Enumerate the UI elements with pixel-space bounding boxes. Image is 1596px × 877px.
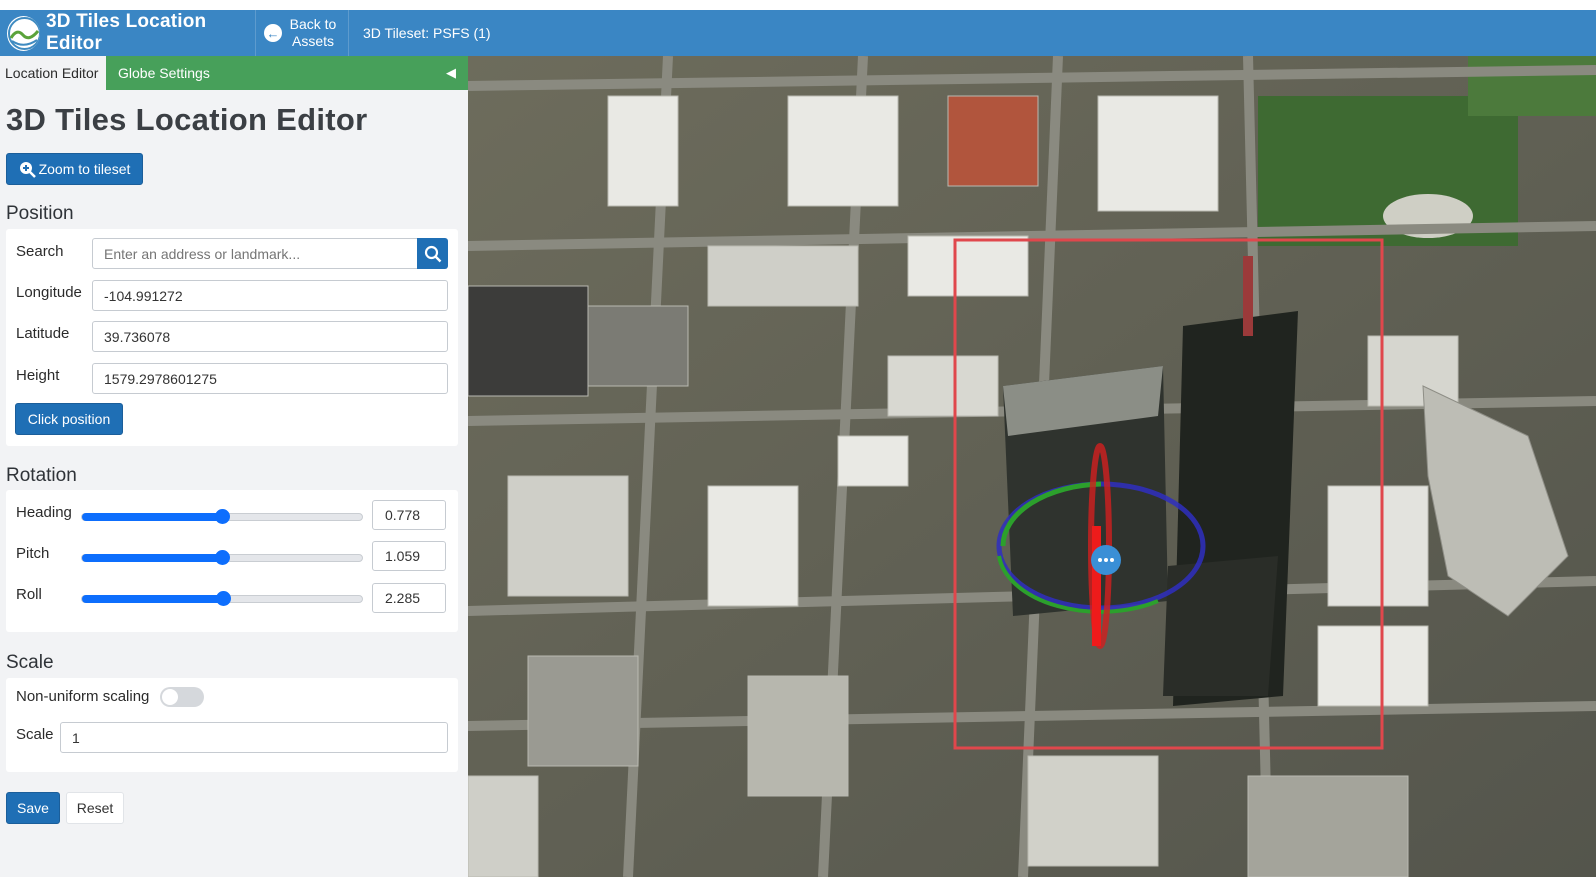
app-title: 3D Tiles Location Editor xyxy=(45,11,207,54)
roll-slider[interactable] xyxy=(81,591,363,606)
heading-label: Heading xyxy=(16,504,72,521)
back-to-assets-button[interactable]: ← Back to Assets xyxy=(256,10,349,56)
tab-bar: Location Editor Globe Settings ◀ xyxy=(0,56,468,90)
slider-thumb[interactable] xyxy=(216,591,232,606)
slider-thumb[interactable] xyxy=(215,509,230,524)
zoom-to-tileset-button[interactable]: Zoom to tileset xyxy=(6,153,143,185)
top-bar: 3D Tiles Location Editor ← Back to Asset… xyxy=(0,10,1596,56)
latitude-input[interactable] xyxy=(92,321,448,352)
caret-left-icon[interactable]: ◀ xyxy=(434,56,468,90)
zoom-in-icon xyxy=(19,161,36,178)
search-icon xyxy=(424,245,441,262)
click-position-button[interactable]: Click position xyxy=(15,403,123,435)
search-button[interactable] xyxy=(417,238,448,269)
height-label: Height xyxy=(16,367,60,384)
heading-value-input[interactable]: 0.778 xyxy=(372,500,446,530)
longitude-input[interactable] xyxy=(92,280,448,311)
position-heading: Position xyxy=(6,203,74,224)
tab-globe-settings[interactable]: Globe Settings xyxy=(106,56,434,90)
search-label: Search xyxy=(16,243,64,260)
pitch-label: Pitch xyxy=(16,545,50,562)
brand[interactable]: 3D Tiles Location Editor xyxy=(0,10,256,56)
side-panel: Location Editor Globe Settings ◀ 3D Tile… xyxy=(0,56,468,877)
zoom-button-label: Zoom to tileset xyxy=(38,161,131,177)
slider-thumb[interactable] xyxy=(215,550,230,565)
back-label: Back to Assets xyxy=(289,16,337,49)
pitch-value-input[interactable]: 1.059 xyxy=(372,541,446,571)
scale-heading: Scale xyxy=(6,652,54,673)
latitude-label: Latitude xyxy=(16,325,70,342)
position-card: Search Longitude Latitude Height Click p… xyxy=(6,229,458,446)
save-button[interactable]: Save xyxy=(6,792,60,824)
rotation-heading: Rotation xyxy=(6,465,77,486)
scale-card: Non-uniform scaling Scale xyxy=(6,678,458,772)
arrow-left-circle-icon: ← xyxy=(264,24,282,42)
rotation-card: Heading 0.778 Pitch 1.059 Roll 2.285 xyxy=(6,490,458,632)
height-input[interactable] xyxy=(92,363,448,394)
globe-logo-icon xyxy=(7,15,40,51)
tileset-name: 3D Tileset: PSFS (1) xyxy=(363,25,491,41)
nonuniform-scaling-label: Non-uniform scaling xyxy=(16,688,150,705)
scale-label: Scale xyxy=(16,726,54,743)
longitude-label: Longitude xyxy=(16,284,82,301)
scale-input[interactable] xyxy=(60,722,448,753)
search-input[interactable] xyxy=(92,238,418,269)
panel-title: 3D Tiles Location Editor xyxy=(6,102,368,137)
aerial-imagery xyxy=(468,56,1596,877)
reset-button[interactable]: Reset xyxy=(66,792,124,824)
tab-location-editor[interactable]: Location Editor xyxy=(0,56,106,90)
roll-label: Roll xyxy=(16,586,42,603)
roll-value-input[interactable]: 2.285 xyxy=(372,583,446,613)
heading-slider[interactable] xyxy=(81,509,363,524)
pitch-slider[interactable] xyxy=(81,550,363,565)
globe-viewport[interactable] xyxy=(468,56,1596,877)
nonuniform-scaling-toggle[interactable] xyxy=(160,687,204,707)
